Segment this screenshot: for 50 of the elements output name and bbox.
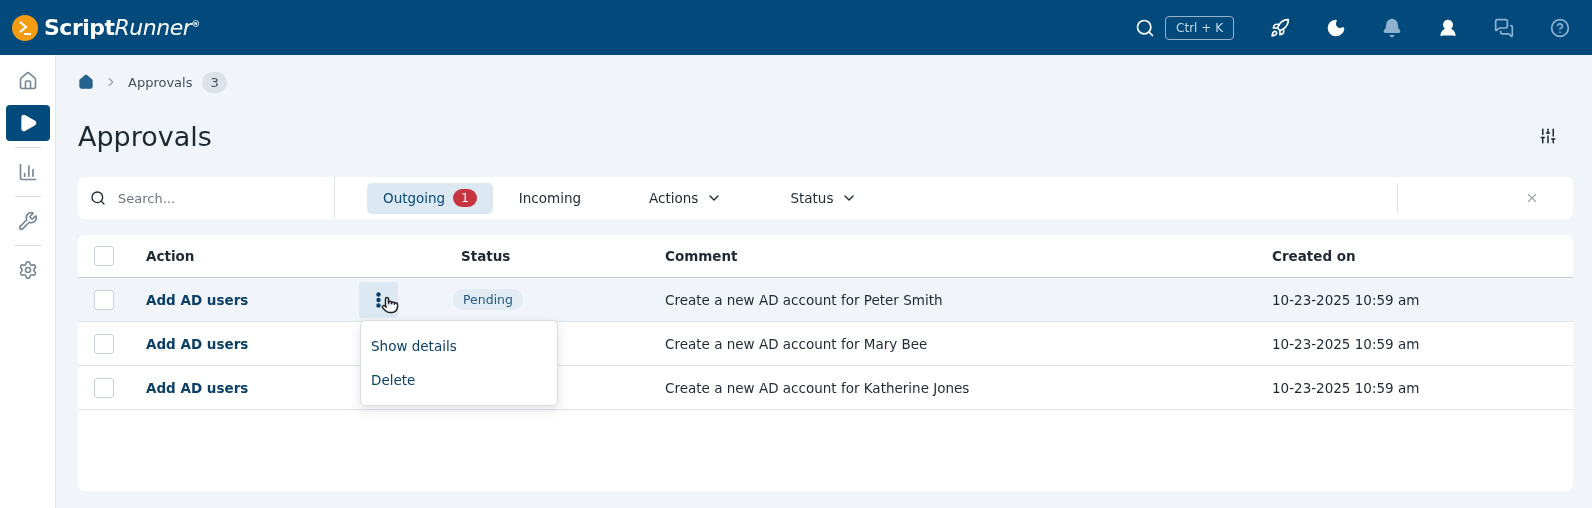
user-icon[interactable] bbox=[1438, 17, 1458, 38]
filter-dropdown[interactable]: Actions bbox=[633, 182, 739, 214]
kebab-icon bbox=[376, 291, 381, 308]
tab[interactable]: Outgoing 1 bbox=[367, 182, 493, 214]
bar-chart-icon bbox=[17, 162, 38, 182]
checkbox[interactable] bbox=[94, 333, 114, 354]
tab[interactable]: Incoming bbox=[502, 182, 598, 214]
page-title: Approvals bbox=[78, 120, 212, 152]
settings-icon bbox=[17, 260, 38, 280]
search-icon[interactable] bbox=[1135, 17, 1156, 38]
settings-icon[interactable] bbox=[1539, 127, 1557, 145]
column-header: Comment bbox=[665, 248, 739, 264]
home-icon[interactable] bbox=[78, 74, 94, 90]
sidebar-item[interactable] bbox=[5, 105, 50, 141]
moon-icon[interactable] bbox=[1326, 17, 1346, 38]
checkbox[interactable] bbox=[94, 246, 114, 266]
filter-dropdown[interactable]: Status bbox=[774, 182, 874, 214]
count-badge: 1 bbox=[453, 189, 477, 207]
logo-icon bbox=[12, 14, 38, 41]
table-cell-text: 10-23-2025 10:59 am bbox=[1272, 291, 1421, 308]
breadcrumb-item: Approvals bbox=[128, 74, 193, 90]
rocket-icon[interactable] bbox=[1270, 17, 1290, 38]
home-icon bbox=[17, 71, 38, 91]
column-header: Action bbox=[146, 248, 196, 264]
column-header: Status bbox=[461, 248, 512, 264]
status-badge: Pending bbox=[453, 289, 523, 310]
logo-text: ScriptRunner$^{®}$ bbox=[44, 15, 200, 40]
action-link[interactable]: Add AD users bbox=[146, 335, 359, 352]
search-icon bbox=[90, 190, 106, 206]
bell-icon[interactable] bbox=[1382, 17, 1402, 38]
help-icon[interactable] bbox=[1550, 17, 1570, 38]
more-button[interactable] bbox=[359, 281, 398, 318]
table-cell-text: Create a new AD account for Peter Smith bbox=[665, 291, 944, 308]
count-badge: 3 bbox=[202, 71, 227, 93]
close-icon[interactable] bbox=[1525, 191, 1539, 205]
column-header: Created on bbox=[1272, 248, 1357, 264]
pointer-cursor-icon bbox=[381, 295, 399, 314]
table-cell-text: Create a new AD account for Katherine Jones bbox=[665, 379, 971, 396]
menu-item[interactable]: Show details bbox=[361, 329, 557, 363]
shortcut-hint: Ctrl + K bbox=[1165, 15, 1234, 40]
checkbox[interactable] bbox=[94, 289, 114, 310]
wrench-icon bbox=[17, 211, 38, 231]
menu-item[interactable]: Delete bbox=[361, 363, 557, 397]
table-cell-text: Create a new AD account for Mary Bee bbox=[665, 335, 929, 352]
action-link[interactable]: Add AD users bbox=[146, 379, 359, 396]
table-cell-text: 10-23-2025 10:59 am bbox=[1272, 379, 1421, 396]
checkbox[interactable] bbox=[94, 377, 114, 398]
chat-icon[interactable] bbox=[1494, 17, 1514, 38]
action-link[interactable]: Add AD users bbox=[146, 291, 359, 308]
table-cell-text: 10-23-2025 10:59 am bbox=[1272, 335, 1421, 352]
